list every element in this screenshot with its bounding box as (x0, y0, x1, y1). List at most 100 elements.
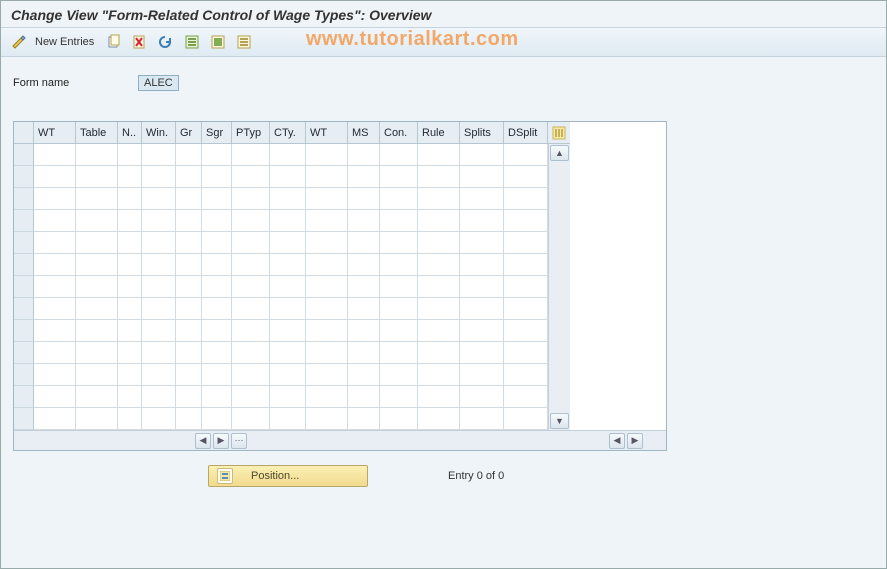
row-selector[interactable] (14, 254, 34, 276)
horizontal-scrollbar[interactable]: ◀ ▶ ⋯ ◀ ▶ (14, 430, 666, 450)
table-cell[interactable] (504, 364, 548, 386)
table-cell[interactable] (34, 298, 76, 320)
table-cell[interactable] (202, 298, 232, 320)
table-cell[interactable] (232, 408, 270, 430)
table-cell[interactable] (270, 276, 306, 298)
table-cell[interactable] (118, 408, 142, 430)
table-cell[interactable] (418, 386, 460, 408)
table-cell[interactable] (34, 232, 76, 254)
table-cell[interactable] (460, 188, 504, 210)
table-cell[interactable] (34, 408, 76, 430)
table-cell[interactable] (142, 408, 176, 430)
table-cell[interactable] (142, 188, 176, 210)
table-cell[interactable] (348, 254, 380, 276)
table-cell[interactable] (460, 408, 504, 430)
table-cell[interactable] (232, 166, 270, 188)
table-cell[interactable] (460, 342, 504, 364)
row-selector[interactable] (14, 276, 34, 298)
scroll-left-icon[interactable]: ◀ (195, 433, 211, 449)
table-cell[interactable] (460, 320, 504, 342)
table-cell[interactable] (504, 298, 548, 320)
table-cell[interactable] (348, 232, 380, 254)
table-cell[interactable] (176, 166, 202, 188)
table-cell[interactable] (348, 342, 380, 364)
table-cell[interactable] (504, 144, 548, 166)
table-cell[interactable] (418, 188, 460, 210)
table-cell[interactable] (34, 386, 76, 408)
table-cell[interactable] (418, 254, 460, 276)
table-cell[interactable] (76, 210, 118, 232)
table-cell[interactable] (306, 386, 348, 408)
table-cell[interactable] (118, 342, 142, 364)
table-cell[interactable] (270, 342, 306, 364)
table-cell[interactable] (76, 320, 118, 342)
table-cell[interactable] (504, 254, 548, 276)
table-cell[interactable] (504, 342, 548, 364)
row-selector[interactable] (14, 342, 34, 364)
row-selector[interactable] (14, 364, 34, 386)
table-cell[interactable] (176, 386, 202, 408)
table-cell[interactable] (76, 408, 118, 430)
table-cell[interactable] (418, 342, 460, 364)
table-cell[interactable] (418, 408, 460, 430)
table-cell[interactable] (460, 166, 504, 188)
column-header-cty[interactable]: CTy. (270, 122, 306, 144)
table-cell[interactable] (270, 232, 306, 254)
table-cell[interactable] (380, 210, 418, 232)
column-header-win[interactable]: Win. (142, 122, 176, 144)
table-cell[interactable] (380, 320, 418, 342)
table-cell[interactable] (34, 144, 76, 166)
table-cell[interactable] (232, 188, 270, 210)
table-cell[interactable] (270, 320, 306, 342)
table-cell[interactable] (380, 298, 418, 320)
column-header-ms[interactable]: MS (348, 122, 380, 144)
table-cell[interactable] (176, 320, 202, 342)
table-cell[interactable] (504, 408, 548, 430)
table-cell[interactable] (34, 188, 76, 210)
table-cell[interactable] (232, 210, 270, 232)
column-header-sgr[interactable]: Sgr (202, 122, 232, 144)
table-cell[interactable] (34, 276, 76, 298)
table-cell[interactable] (118, 144, 142, 166)
table-cell[interactable] (306, 166, 348, 188)
table-cell[interactable] (176, 276, 202, 298)
column-header-con[interactable]: Con. (380, 122, 418, 144)
table-cell[interactable] (348, 210, 380, 232)
table-cell[interactable] (34, 254, 76, 276)
table-cell[interactable] (306, 276, 348, 298)
table-cell[interactable] (418, 210, 460, 232)
table-cell[interactable] (418, 144, 460, 166)
table-cell[interactable] (460, 232, 504, 254)
table-cell[interactable] (504, 166, 548, 188)
configure-columns-icon[interactable] (548, 122, 570, 144)
table-cell[interactable] (306, 408, 348, 430)
table-cell[interactable] (504, 386, 548, 408)
table-cell[interactable] (418, 320, 460, 342)
row-selector[interactable] (14, 188, 34, 210)
table-cell[interactable] (142, 276, 176, 298)
table-cell[interactable] (142, 166, 176, 188)
table-cell[interactable] (142, 342, 176, 364)
table-cell[interactable] (202, 210, 232, 232)
table-cell[interactable] (176, 298, 202, 320)
table-cell[interactable] (118, 276, 142, 298)
table-cell[interactable] (348, 364, 380, 386)
copy-icon[interactable] (102, 31, 126, 53)
table-cell[interactable] (306, 320, 348, 342)
new-entries-button[interactable]: New Entries (35, 36, 94, 48)
table-cell[interactable] (202, 408, 232, 430)
table-cell[interactable] (118, 254, 142, 276)
table-cell[interactable] (76, 232, 118, 254)
table-cell[interactable] (270, 144, 306, 166)
table-cell[interactable] (76, 298, 118, 320)
table-cell[interactable] (176, 254, 202, 276)
table-cell[interactable] (270, 298, 306, 320)
table-cell[interactable] (306, 254, 348, 276)
scroll-right-end-icon[interactable]: ▶ (627, 433, 643, 449)
table-cell[interactable] (202, 254, 232, 276)
row-selector[interactable] (14, 386, 34, 408)
vertical-scrollbar[interactable]: ▲ ▼ (548, 144, 570, 430)
table-cell[interactable] (232, 342, 270, 364)
table-cell[interactable] (142, 386, 176, 408)
column-header-table[interactable]: Table (76, 122, 118, 144)
